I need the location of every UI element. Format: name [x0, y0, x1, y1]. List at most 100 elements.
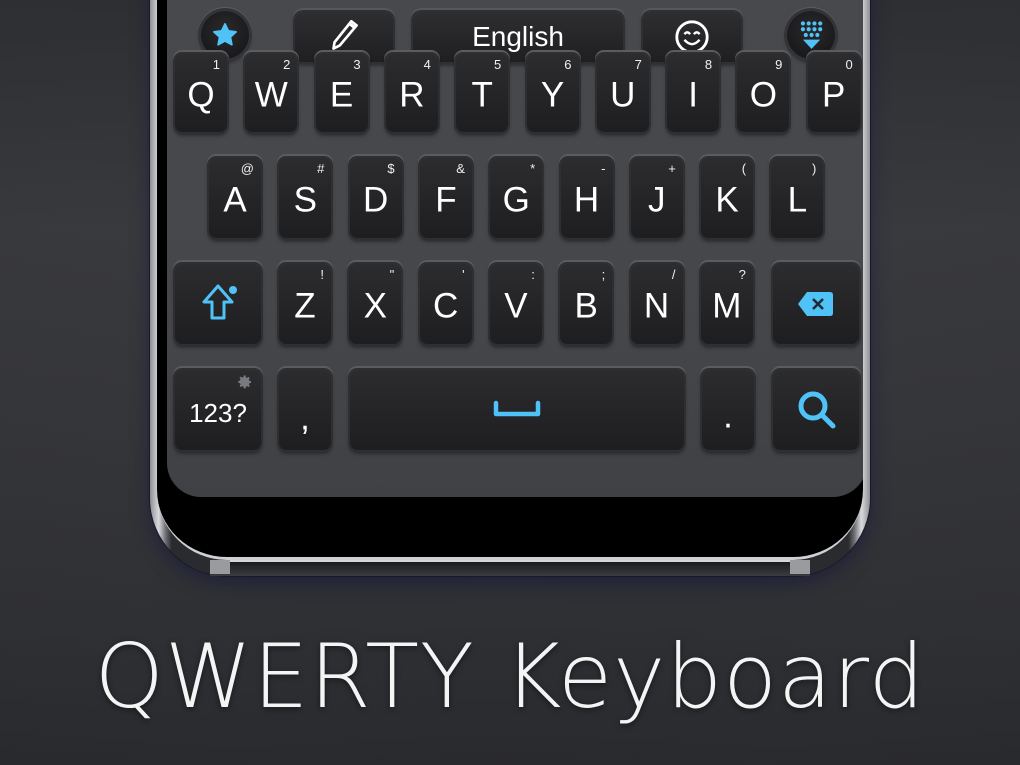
shift-arrow-icon: [202, 284, 237, 320]
key-secondary-label: /: [671, 267, 676, 282]
key-secondary-label: -: [601, 161, 606, 176]
key-y[interactable]: 6Y: [526, 54, 579, 132]
key-secondary-label: $: [387, 161, 395, 176]
key-f[interactable]: & F: [419, 158, 472, 238]
key-secondary-label: ?: [738, 267, 746, 282]
star-icon: [213, 23, 237, 46]
key-label: G: [502, 180, 530, 220]
key-secondary-label: 8: [704, 57, 713, 72]
key-secondary-label: ;: [601, 267, 606, 282]
key-label: I: [688, 75, 698, 115]
key-secondary-label: 4: [423, 57, 431, 72]
pencil-icon: [331, 19, 358, 55]
key-label: W: [254, 75, 288, 115]
key-label: V: [504, 286, 528, 326]
key-i[interactable]: 8I: [667, 54, 720, 132]
key-label: F: [435, 180, 457, 220]
key-secondary-label: 0: [845, 57, 853, 72]
key-g[interactable]: * G: [490, 158, 543, 238]
key-label: D: [362, 180, 389, 220]
symbols-key[interactable]: 123?: [175, 370, 261, 450]
key-secondary-label: +: [668, 161, 676, 176]
key-x[interactable]: " X: [349, 264, 402, 344]
search-key[interactable]: [773, 370, 859, 450]
key-secondary-label: ": [389, 267, 395, 282]
key-z[interactable]: ! Z: [279, 264, 331, 344]
key-r[interactable]: 4R: [385, 54, 438, 132]
key-o[interactable]: 9O: [737, 54, 790, 132]
smiley-icon: [675, 20, 709, 54]
keyboard: English 1 Q 2 W 3 E 4 R 5 T 6 Y 7 U 8 I …: [167, 0, 863, 497]
key-secondary-label: !: [320, 267, 324, 282]
key-secondary-label: 6: [564, 57, 572, 72]
phone-bottom-edge: [210, 560, 810, 576]
key-label: R: [399, 75, 425, 115]
key-d[interactable]: $ D: [349, 158, 402, 238]
space-key[interactable]: [350, 370, 684, 450]
key-secondary-label: *: [530, 161, 536, 176]
symbols-label: 123?: [189, 398, 247, 428]
key-secondary-label: 5: [493, 57, 502, 72]
period-label: .: [723, 396, 733, 436]
key-v[interactable]: :V: [489, 264, 542, 344]
favorites-button[interactable]: [201, 11, 249, 59]
key-m[interactable]: ? M: [700, 264, 753, 344]
key-secondary-label: 2: [283, 57, 291, 72]
key-secondary-label: 9: [775, 57, 783, 72]
phone-frame: English 1 Q 2 W 3 E 4 R 5 T 6 Y 7 U 8 I …: [150, 0, 870, 576]
key-secondary-label: 7: [634, 57, 642, 72]
backspace-icon: [798, 292, 833, 316]
search-icon: [798, 391, 836, 429]
key-b[interactable]: ; B: [560, 264, 613, 344]
key-secondary-label: #: [317, 161, 325, 176]
phone-edge-cap-right: [790, 560, 810, 574]
gear-icon: [238, 375, 251, 389]
key-secondary-label: &: [456, 161, 465, 176]
key-u[interactable]: 7U: [596, 54, 649, 132]
key-label: K: [715, 180, 739, 220]
keypad-hide-icon: [800, 21, 823, 49]
key-secondary-label: (: [741, 161, 747, 176]
key-t[interactable]: 5T: [456, 54, 509, 132]
key-label: M: [712, 286, 742, 326]
key-e[interactable]: 3E: [315, 54, 368, 132]
phone-edge-cap-left: [210, 560, 230, 574]
key-secondary-label: 3: [353, 57, 361, 72]
key-label: Z: [294, 286, 316, 326]
key-s[interactable]: # S: [279, 158, 332, 238]
key-p[interactable]: 0P: [807, 54, 860, 132]
key-q[interactable]: 1Q: [175, 54, 227, 132]
key-k[interactable]: (K: [701, 158, 754, 238]
key-secondary-label: ): [812, 161, 817, 176]
key-secondary-label: ': [462, 267, 465, 282]
language-button[interactable]: English: [413, 12, 623, 62]
key-label: L: [787, 180, 808, 220]
phone-screen: English 1 Q 2 W 3 E 4 R 5 T 6 Y 7 U 8 I …: [157, 0, 863, 560]
key-l[interactable]: ) L: [771, 158, 824, 238]
key-label: Y: [540, 75, 565, 115]
key-label: B: [574, 286, 598, 326]
key-label: P: [822, 75, 846, 115]
key-c[interactable]: ' C: [419, 264, 472, 344]
key-label: E: [329, 75, 354, 115]
comma-key[interactable]: ,: [279, 370, 331, 450]
key-label: T: [471, 75, 493, 115]
key-j[interactable]: + J: [630, 158, 683, 238]
key-label: C: [432, 286, 459, 326]
backspace-key[interactable]: [773, 264, 859, 344]
shift-key[interactable]: [175, 264, 261, 344]
key-a[interactable]: @ A: [209, 158, 261, 238]
key-label: O: [749, 75, 777, 115]
key-label: J: [648, 180, 666, 220]
spacebar-icon: [493, 400, 541, 417]
key-secondary-label: 1: [212, 57, 220, 72]
key-label: S: [293, 180, 317, 220]
key-w[interactable]: 2W: [245, 54, 298, 132]
caption-title: QWERTY Keyboard: [94, 625, 926, 728]
hide-keyboard-button[interactable]: [787, 11, 835, 59]
period-key[interactable]: .: [702, 370, 754, 450]
key-label: U: [610, 75, 636, 115]
key-n[interactable]: / N: [630, 264, 683, 344]
key-label: N: [643, 286, 670, 326]
key-h[interactable]: -H: [560, 158, 613, 238]
